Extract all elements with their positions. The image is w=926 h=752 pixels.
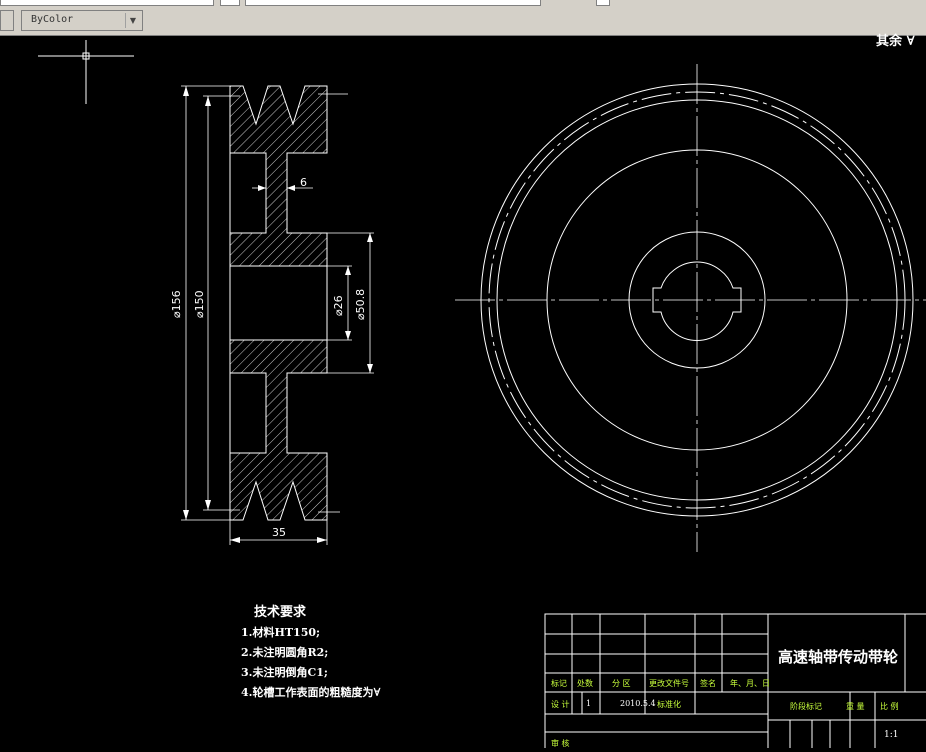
roughness-symbol-icon: ∀ — [373, 686, 381, 699]
tech-requirement-3: 3.未注明倒角C1; — [241, 666, 328, 679]
tech-requirements-title: 技术要求 — [254, 605, 307, 620]
tb-stage-label: 阶段标记 — [790, 702, 822, 711]
toolbar-partial-button[interactable] — [220, 0, 240, 6]
tb-header-count: 处数 — [577, 679, 593, 688]
tb-header-change-doc: 更改文件号 — [649, 679, 689, 688]
chevron-down-icon[interactable]: ▼ — [125, 13, 140, 28]
tech-requirement-2: 2.未注明圆角R2; — [241, 646, 329, 659]
dim-width-35: 35 — [272, 526, 286, 539]
part-name: 高速轴带传动带轮 — [778, 648, 899, 666]
tb-scale-value: 1:1 — [884, 730, 899, 740]
color-dropdown[interactable]: ByColor ▼ — [21, 10, 143, 31]
toolbar-partial-control-left[interactable] — [0, 0, 214, 6]
section-hatch-upper — [229, 85, 328, 267]
tech-requirement-4: 4.轮槽工作表面的粗糙度为∀ — [241, 686, 381, 699]
tb-header-date: 年、月、日 — [730, 679, 770, 688]
tb-scale-label: 比 例 — [880, 702, 899, 711]
tb-design-date: 2010.5.4 — [620, 699, 656, 708]
toolbar-partial-icon[interactable] — [596, 0, 610, 6]
tb-header-mark: 标记 — [551, 679, 567, 688]
dim-d50-8: ⌀50.8 — [354, 289, 367, 320]
tb-design-label: 设 计 — [551, 700, 570, 709]
tb-header-signature: 签名 — [700, 679, 716, 688]
dropdown-left-partial[interactable] — [0, 10, 14, 31]
dim-d26: ⌀26 — [332, 295, 345, 316]
tech-requirement-1: 1.材料HT150; — [241, 626, 321, 639]
cad-drawing: ⌀156 ⌀150 ⌀26 ⌀50.8 6 35 — [38, 40, 926, 752]
dim-d150: ⌀150 — [193, 290, 206, 318]
surface-roughness-note: 其余 ∀ — [876, 34, 915, 49]
tb-design-count: 1 — [586, 699, 592, 708]
color-dropdown-value: ByColor — [31, 14, 74, 25]
tb-weight-label: 重 量 — [846, 702, 865, 711]
toolbar-partial-control-middle[interactable] — [245, 0, 541, 6]
tb-header-zone: 分 区 — [612, 679, 631, 688]
tb-standardize-label: 标准化 — [657, 700, 681, 709]
section-view — [229, 85, 328, 521]
crosshair-cursor-icon — [38, 40, 134, 104]
drawing-canvas[interactable]: ⌀156 ⌀150 ⌀26 ⌀50.8 6 35 其余 ∀ 技术要求 1.材料H… — [0, 34, 926, 752]
center-lines — [455, 64, 926, 552]
toolbar: ByColor ▼ — [0, 0, 926, 36]
dim-d156: ⌀156 — [170, 290, 183, 318]
section-hatch-lower — [229, 339, 328, 521]
tb-review-label: 审 核 — [551, 739, 570, 748]
dim-width-6: 6 — [300, 176, 307, 189]
